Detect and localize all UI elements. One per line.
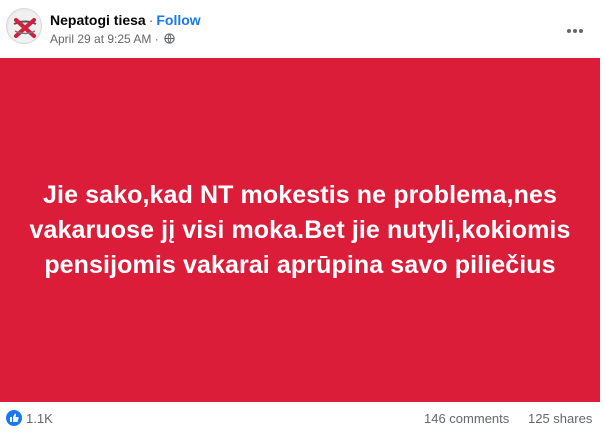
meta-separator: · bbox=[154, 32, 159, 46]
post-meta: April 29 at 9:25 AM · bbox=[50, 32, 175, 46]
globe-icon[interactable] bbox=[164, 33, 175, 44]
like-icon[interactable] bbox=[6, 410, 22, 426]
post-header: Nepatogi tiesa · Follow April 29 at 9:25 A… bbox=[0, 0, 605, 58]
page-name-row: Nepatogi tiesa · Follow bbox=[50, 12, 201, 28]
post-timestamp[interactable]: April 29 at 9:25 AM bbox=[50, 32, 151, 46]
more-options-icon[interactable] bbox=[566, 20, 588, 36]
name-separator: · bbox=[148, 12, 154, 28]
post-text: Jie sako,kad NT mokestis ne problema,nes… bbox=[29, 180, 571, 279]
post-footer: 1.1K 146 comments 125 shares bbox=[0, 402, 605, 433]
page-avatar[interactable] bbox=[6, 8, 42, 44]
post-text-banner: Jie sako,kad NT mokestis ne problema,nes… bbox=[0, 58, 600, 402]
reaction-count[interactable]: 1.1K bbox=[26, 411, 53, 426]
follow-button[interactable]: Follow bbox=[156, 12, 200, 28]
page-name[interactable]: Nepatogi tiesa bbox=[50, 12, 146, 28]
comments-count[interactable]: 146 comments bbox=[424, 411, 509, 426]
shares-count[interactable]: 125 shares bbox=[528, 411, 592, 426]
avatar-logo-icon bbox=[8, 10, 41, 43]
